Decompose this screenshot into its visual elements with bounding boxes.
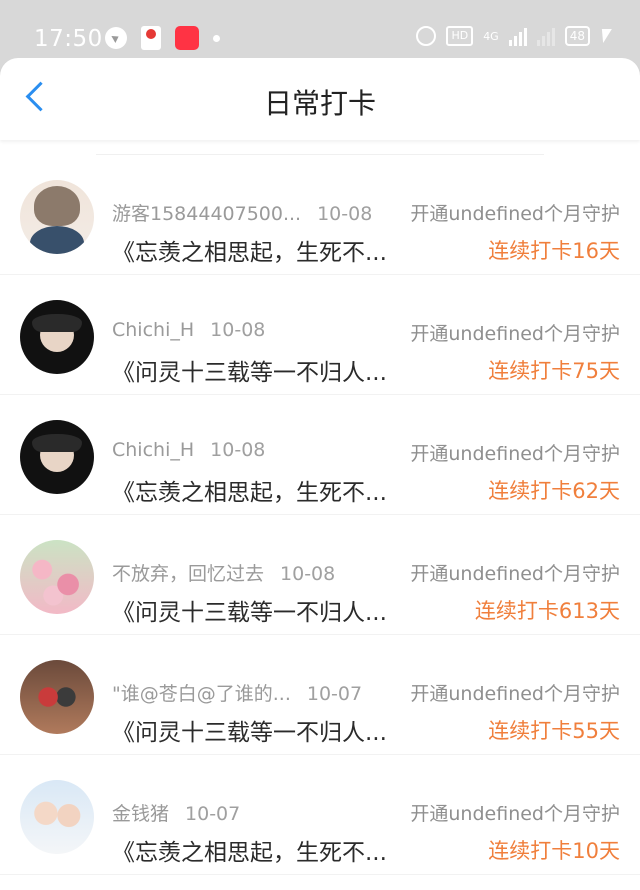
user-name: 金钱猪 xyxy=(112,803,170,825)
streak-count: 连续打卡55天 xyxy=(488,719,620,743)
guardian-status: 开通undefined个月守护 xyxy=(410,203,620,225)
user-name: "谁@苍白@了谁的... xyxy=(112,683,291,705)
checkin-content: 《忘羡之相思起，生死不... xyxy=(112,240,387,266)
avatar[interactable] xyxy=(20,540,94,614)
checkin-date: 10-08 xyxy=(280,563,336,585)
streak-count: 连续打卡10天 xyxy=(488,839,620,863)
user-name-line: 金钱猪 10-07 xyxy=(112,799,240,826)
list-item[interactable]: 游客15844407500... 10-08 开通undefined个月守护 《忘… xyxy=(0,155,640,275)
list-item[interactable]: Chichi_H 10-08 开通undefined个月守护 《忘羡之相思起，生死… xyxy=(0,395,640,515)
navigation-app-icon xyxy=(105,27,127,49)
list-item[interactable]: 金钱猪 10-07 开通undefined个月守护 《忘羡之相思起，生死不... … xyxy=(0,755,640,875)
signal-strength-icon xyxy=(508,26,527,46)
list-item[interactable]: Chichi_H 10-08 开通undefined个月守护 《问灵十三载等一不归… xyxy=(0,275,640,395)
secondary-signal-icon xyxy=(536,26,555,46)
user-name: 不放弃，回忆过去 xyxy=(112,563,265,585)
avatar[interactable] xyxy=(20,780,94,854)
alarm-icon xyxy=(416,26,437,46)
checkin-date: 10-07 xyxy=(306,683,363,705)
avatar[interactable] xyxy=(20,180,94,254)
page-header: 日常打卡 xyxy=(0,58,640,140)
page-title: 日常打卡 xyxy=(263,87,376,120)
list-item[interactable]: "谁@苍白@了谁的... 10-07 开通undefined个月守护 《问灵十三载… xyxy=(0,635,640,755)
network-type-label: 4G xyxy=(483,29,499,43)
avatar[interactable] xyxy=(20,300,94,374)
checkin-date: 10-08 xyxy=(317,203,373,225)
guardian-status: 开通undefined个月守护 xyxy=(410,323,620,345)
checkin-list: 游客15844407500... 10-08 开通undefined个月守护 《忘… xyxy=(0,140,640,875)
checkin-date: 10-08 xyxy=(210,439,266,461)
checkin-content: 《问灵十三载等一不归人... xyxy=(112,360,387,386)
user-name-line: "谁@苍白@了谁的... 10-07 xyxy=(112,679,362,706)
user-name: 游客15844407500... xyxy=(112,203,302,225)
streak-count: 连续打卡75天 xyxy=(488,359,620,383)
checkin-content: 《问灵十三载等一不归人... xyxy=(112,600,387,626)
avatar[interactable] xyxy=(20,660,94,734)
status-system-icons: HD 4G 48 xyxy=(416,26,612,46)
user-name-line: 游客15844407500... 10-08 xyxy=(112,199,372,226)
charging-icon xyxy=(598,29,612,43)
user-name-line: Chichi_H 10-08 xyxy=(112,319,265,341)
status-time: 17:50 xyxy=(34,26,103,52)
checkin-date: 10-07 xyxy=(185,803,241,825)
user-name: Chichi_H xyxy=(112,319,195,341)
streak-count: 连续打卡62天 xyxy=(488,479,620,503)
battery-icon: 48 xyxy=(564,26,590,46)
checkin-content: 《问灵十三载等一不归人... xyxy=(112,720,387,746)
guardian-status: 开通undefined个月守护 xyxy=(410,443,620,465)
user-name-line: Chichi_H 10-08 xyxy=(112,439,265,461)
guardian-status: 开通undefined个月守护 xyxy=(410,803,620,825)
guardian-status: 开通undefined个月守护 xyxy=(410,563,620,585)
guardian-status: 开通undefined个月守护 xyxy=(410,683,620,705)
avatar[interactable] xyxy=(20,420,94,494)
more-notifications-dot-icon xyxy=(213,34,220,42)
checkin-content: 《忘羡之相思起，生死不... xyxy=(112,840,387,866)
list-item[interactable]: 不放弃，回忆过去 10-08 开通undefined个月守护 《问灵十三载等一不归… xyxy=(0,515,640,635)
map-app-icon xyxy=(141,26,161,50)
checkin-date: 10-08 xyxy=(210,319,266,341)
user-name: Chichi_H xyxy=(112,439,195,461)
streak-count: 连续打卡613天 xyxy=(474,599,620,623)
status-notification-icons xyxy=(105,26,220,50)
user-name-line: 不放弃，回忆过去 10-08 xyxy=(112,559,335,586)
hd-icon: HD xyxy=(446,26,474,46)
checkin-content: 《忘羡之相思起，生死不... xyxy=(112,480,387,506)
streak-count: 连续打卡16天 xyxy=(488,239,620,263)
red-app-icon xyxy=(175,26,199,50)
